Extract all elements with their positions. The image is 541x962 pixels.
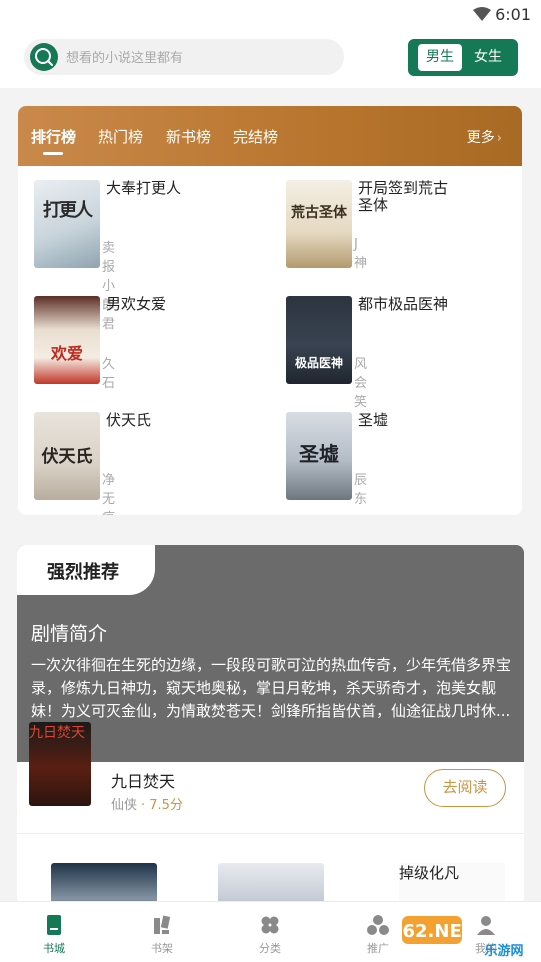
book-title: 男欢女爱: [106, 295, 167, 313]
nav-label: 书架: [151, 942, 173, 955]
status-bar: 6:01: [0, 0, 541, 28]
promote-icon: [367, 915, 389, 935]
tab-new[interactable]: 新书榜: [166, 126, 211, 147]
nav-bookshelf[interactable]: 书架: [122, 902, 202, 962]
male-tab[interactable]: 男生: [418, 44, 462, 71]
rank-card: 排行榜 热门榜 新书榜 完结榜 更多 › 打更人 大奉打更人 卖报小郎君 荒古圣体…: [18, 106, 522, 515]
book-title: 开局签到荒古圣体: [358, 179, 449, 214]
book-author: 辰东: [354, 473, 368, 507]
tab-hot[interactable]: 热门榜: [98, 126, 143, 147]
book-cover: 欢爱: [34, 296, 100, 384]
nav-label: 书城: [43, 942, 65, 955]
cover-art-text: 打更人: [43, 200, 93, 221]
wifi-icon: [473, 7, 491, 21]
book-author: 卖报小郎君: [102, 241, 116, 332]
plot-summary-panel: 强烈推荐 剧情简介 一次次徘徊在生死的边缘，一段段可歌可泣的热血传奇，少年凭借多…: [17, 545, 524, 762]
book-cover: 极品医神: [286, 296, 352, 384]
category-icon: [261, 916, 279, 934]
cover-art-text: 荒古圣体: [291, 205, 347, 221]
watermark-logo: 962.NET 乐游网: [400, 916, 524, 959]
cover-art-text: 极品医神: [294, 356, 343, 370]
book-author: 风会笑: [354, 357, 368, 410]
book-cover: 打更人: [34, 180, 100, 268]
more-label: 更多: [466, 130, 495, 146]
recommend-heading-tab: 强烈推荐: [17, 545, 155, 595]
book-cover[interactable]: [51, 863, 157, 905]
divider: [17, 833, 524, 834]
female-tab[interactable]: 女生: [466, 44, 510, 71]
book-score: · 7.5分: [141, 798, 183, 813]
book-author: 净无痕: [102, 473, 116, 515]
book-cover: 圣墟: [286, 412, 352, 500]
top-header: 想看的小说这里都有 男生 女生: [0, 28, 541, 88]
search-icon: [30, 43, 58, 71]
shelf-icon: [154, 915, 171, 934]
plot-text: 一次次徘徊在生死的边缘，一段段可歌可泣的热血传奇，少年凭借多界宝录，修炼九日神功…: [31, 656, 512, 720]
book-title: 都市极品医神: [358, 295, 449, 313]
book-cover: 荒古圣体: [286, 180, 352, 268]
recommend-heading: 强烈推荐: [47, 562, 119, 583]
book-cover[interactable]: 掉级化凡: [399, 863, 505, 905]
plot-heading: 剧情简介: [31, 623, 108, 645]
watermark-brand: 962.NET: [400, 921, 475, 942]
featured-book-meta: 仙侠 · 7.5分: [111, 794, 183, 813]
tab-finished[interactable]: 完结榜: [233, 126, 278, 147]
book-genre: 仙侠: [111, 798, 138, 813]
cover-art-text: 伏天氏: [41, 447, 93, 467]
book-title: 伏天氏: [106, 411, 152, 429]
nav-bookstore[interactable]: 书城: [14, 902, 94, 962]
gender-toggle: 男生 女生: [408, 39, 518, 76]
status-time: 6:01: [495, 5, 531, 24]
nav-category[interactable]: 分类: [230, 902, 310, 962]
book-cover[interactable]: [218, 863, 324, 905]
recommend-card: 强烈推荐 剧情简介 一次次徘徊在生死的边缘，一段段可歌可泣的热血传奇，少年凭借多…: [17, 545, 524, 905]
chevron-right-icon: ›: [496, 131, 502, 146]
read-button[interactable]: 去阅读: [424, 769, 506, 807]
book-author: J神: [354, 237, 368, 271]
cover-art-text: 欢爱: [50, 344, 83, 363]
book-icon: [47, 915, 61, 935]
book-title: 圣墟: [358, 411, 389, 429]
more-link[interactable]: 更多 ›: [467, 127, 502, 147]
cover-art-text: 圣墟: [299, 442, 339, 466]
book-title: 大奉打更人: [106, 179, 182, 197]
rank-tab-bar: 排行榜 热门榜 新书榜 完结榜 更多 ›: [18, 106, 522, 166]
search-bar[interactable]: 想看的小说这里都有: [24, 39, 344, 75]
book-author: 久石: [102, 357, 116, 391]
cover-art-text: 掉级化凡: [399, 864, 460, 882]
featured-book-title[interactable]: 九日焚天: [111, 768, 175, 792]
watermark-sub: 乐游网: [484, 943, 523, 959]
tab-ranking[interactable]: 排行榜: [31, 126, 77, 155]
cover-art-text: 九日焚天: [29, 725, 85, 741]
featured-book-cover[interactable]: 九日焚天: [29, 722, 91, 806]
book-cover: 伏天氏: [34, 412, 100, 500]
tab-label: 排行榜: [31, 128, 77, 146]
active-tab-indicator: [43, 152, 63, 155]
nav-label: 分类: [259, 942, 281, 955]
search-input[interactable]: 想看的小说这里都有: [66, 47, 183, 66]
